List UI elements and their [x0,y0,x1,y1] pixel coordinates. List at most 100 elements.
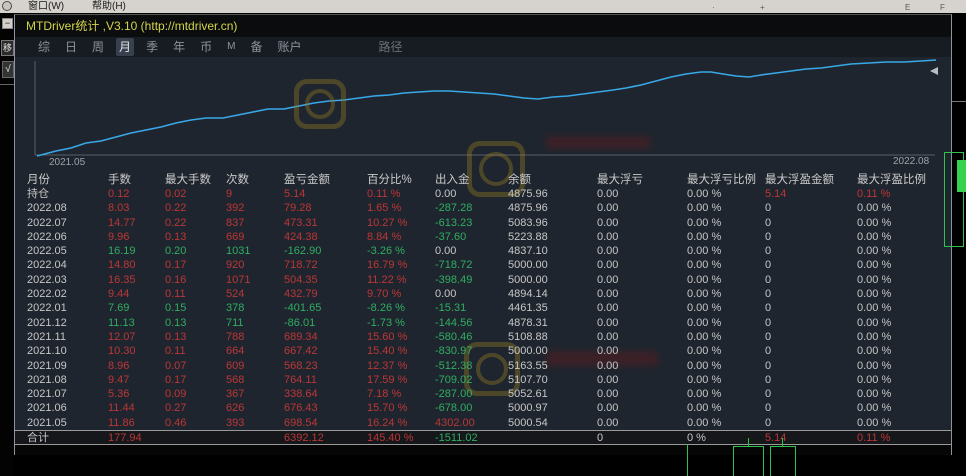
table-row[interactable]: 2022.017.690.15378-401.65-8.26 %-15.3144… [15,301,951,315]
minimize-button[interactable]: − [2,18,13,29]
line-end-marker-icon [930,67,938,75]
table-row[interactable]: 持仓0.120.0295.140.11 %0.004875.960.000.00… [15,187,951,201]
cell: 0.00 [435,187,508,201]
check-button[interactable]: √ [2,61,14,78]
menu-help[interactable]: 帮助(H) [92,0,126,13]
cell: -613.23 [435,216,508,230]
column-header: 月份 [27,173,108,187]
month-label: 2021.07 [27,387,108,401]
green-bracket-artifact [733,446,764,447]
cell: 5000.00 [508,258,597,272]
table-row[interactable]: 2022.0714.770.22837473.3110.27 %-613.235… [15,216,951,230]
tab-日[interactable]: 日 [62,38,80,56]
cell: 0 [765,330,857,344]
cell: 0.00 % [687,344,765,358]
cell: 0.00 % [857,287,951,301]
cell: 16.79 % [367,258,435,272]
cell: -162.90 [284,244,367,258]
table-row[interactable]: 2022.069.960.13669424.388.84 %-37.605223… [15,230,951,244]
cell: 0.17 [165,258,226,272]
tab-账户[interactable]: 账户 [274,38,304,56]
cell: -144.56 [435,316,508,330]
cell: 0.00 % [857,330,951,344]
cell: 424.38 [284,230,367,244]
cell: -15.31 [435,301,508,315]
tab-备[interactable]: 备 [247,38,265,56]
path-label[interactable]: 路径 [375,38,405,56]
cell: 0 % [687,431,765,445]
cell: 0.22 [165,201,226,215]
tab-币[interactable]: 币 [197,38,215,56]
toolbar-fragment: E [905,1,910,14]
table-row[interactable]: 2021.0511.860.46393698.5416.24 %4302.005… [15,416,951,430]
table-row[interactable]: 2021.089.470.17568764.1117.59 %-709.0251… [15,373,951,387]
move-button[interactable]: 移 [1,40,14,56]
x-axis-start-label: 2021.05 [49,157,85,168]
table-row[interactable]: 2022.088.030.2239279.281.65 %-287.284875… [15,201,951,215]
cell: 0.00 % [857,373,951,387]
cell: 0 [765,416,857,430]
cell: 0.00 % [687,301,765,315]
month-label: 2022.07 [27,216,108,230]
cell: 11.22 % [367,273,435,287]
cell: 8.03 [108,201,165,215]
table-row[interactable]: 2021.1112.070.13788689.3415.60 %-580.465… [15,330,951,344]
cell: 1.65 % [367,201,435,215]
green-bracket-artifact [770,446,771,476]
cell: 15.60 % [367,330,435,344]
table-row[interactable]: 2021.075.360.09367338.647.18 %-287.00505… [15,387,951,401]
cell: 0.00 [597,344,687,358]
cell: 11.13 [108,316,165,330]
table-row[interactable]: 2022.029.440.11524432.799.70 %0.004894.1… [15,287,951,301]
cell: -580.46 [435,330,508,344]
cell: 5163.55 [508,359,597,373]
table-total-row[interactable]: 合计177.946392.12145.40 %-1511.0200 %5.140… [15,430,951,445]
toolbar-fragment: · [712,1,715,14]
cell: 15.40 % [367,344,435,358]
table-row[interactable]: 2021.098.960.07609568.2312.37 %-512.3851… [15,359,951,373]
cell: -678.00 [435,401,508,415]
cell: 698.54 [284,416,367,430]
tab-季[interactable]: 季 [143,38,161,56]
table-row[interactable]: 2021.1010.300.11664667.4215.40 %-830.975… [15,344,951,358]
cell: 0 [765,401,857,415]
cell: 0.00 [597,244,687,258]
cell: 0.20 [165,244,226,258]
cell: -8.26 % [367,301,435,315]
menu-window[interactable]: 窗口(W) [28,0,64,13]
tab-月[interactable]: 月 [116,38,134,56]
table-row[interactable]: 2021.0611.440.27626676.4315.70 %-678.005… [15,401,951,415]
column-header: 最大浮亏 [597,173,687,187]
cell: 1071 [226,273,284,287]
cell: -830.97 [435,344,508,358]
table-row[interactable]: 2022.0516.190.201031-162.90-3.26 %0.0048… [15,244,951,258]
cell: 568.23 [284,359,367,373]
tab-周[interactable]: 周 [89,38,107,56]
cell: 4894.14 [508,287,597,301]
tab-综[interactable]: 综 [35,38,53,56]
tab-年[interactable]: 年 [170,38,188,56]
cell: 0.00 % [687,216,765,230]
month-label: 2021.08 [27,373,108,387]
cell: 0.00 % [857,387,951,401]
green-bracket-artifact [733,446,734,476]
cell: 0.00 % [687,187,765,201]
window-titlebar[interactable]: MTDriver统计 ,V3.10 (http://mtdriver.cn) [15,15,951,37]
period-tabbar: 综日周月季年币M备账户 路径 [15,37,951,57]
table-row[interactable]: 2021.1211.130.13711-86.01-1.73 %-144.564… [15,316,951,330]
table-row[interactable]: 2022.0414.800.17920718.7216.79 %-718.725… [15,258,951,272]
cell: 0.12 [108,187,165,201]
month-label: 2022.02 [27,287,108,301]
table-row[interactable]: 2022.0316.350.161071504.3511.22 %-398.49… [15,273,951,287]
column-header: 手数 [108,173,165,187]
cell: 9.44 [108,287,165,301]
cell: 12.37 % [367,359,435,373]
cell: 6392.12 [284,431,367,445]
cell: 0.16 [165,273,226,287]
cell: -718.72 [435,258,508,272]
cell: 0 [765,344,857,358]
cell: 5000.00 [508,273,597,287]
cell: 0.11 % [857,187,951,201]
tab-M[interactable]: M [224,38,238,56]
cell: -401.65 [284,301,367,315]
